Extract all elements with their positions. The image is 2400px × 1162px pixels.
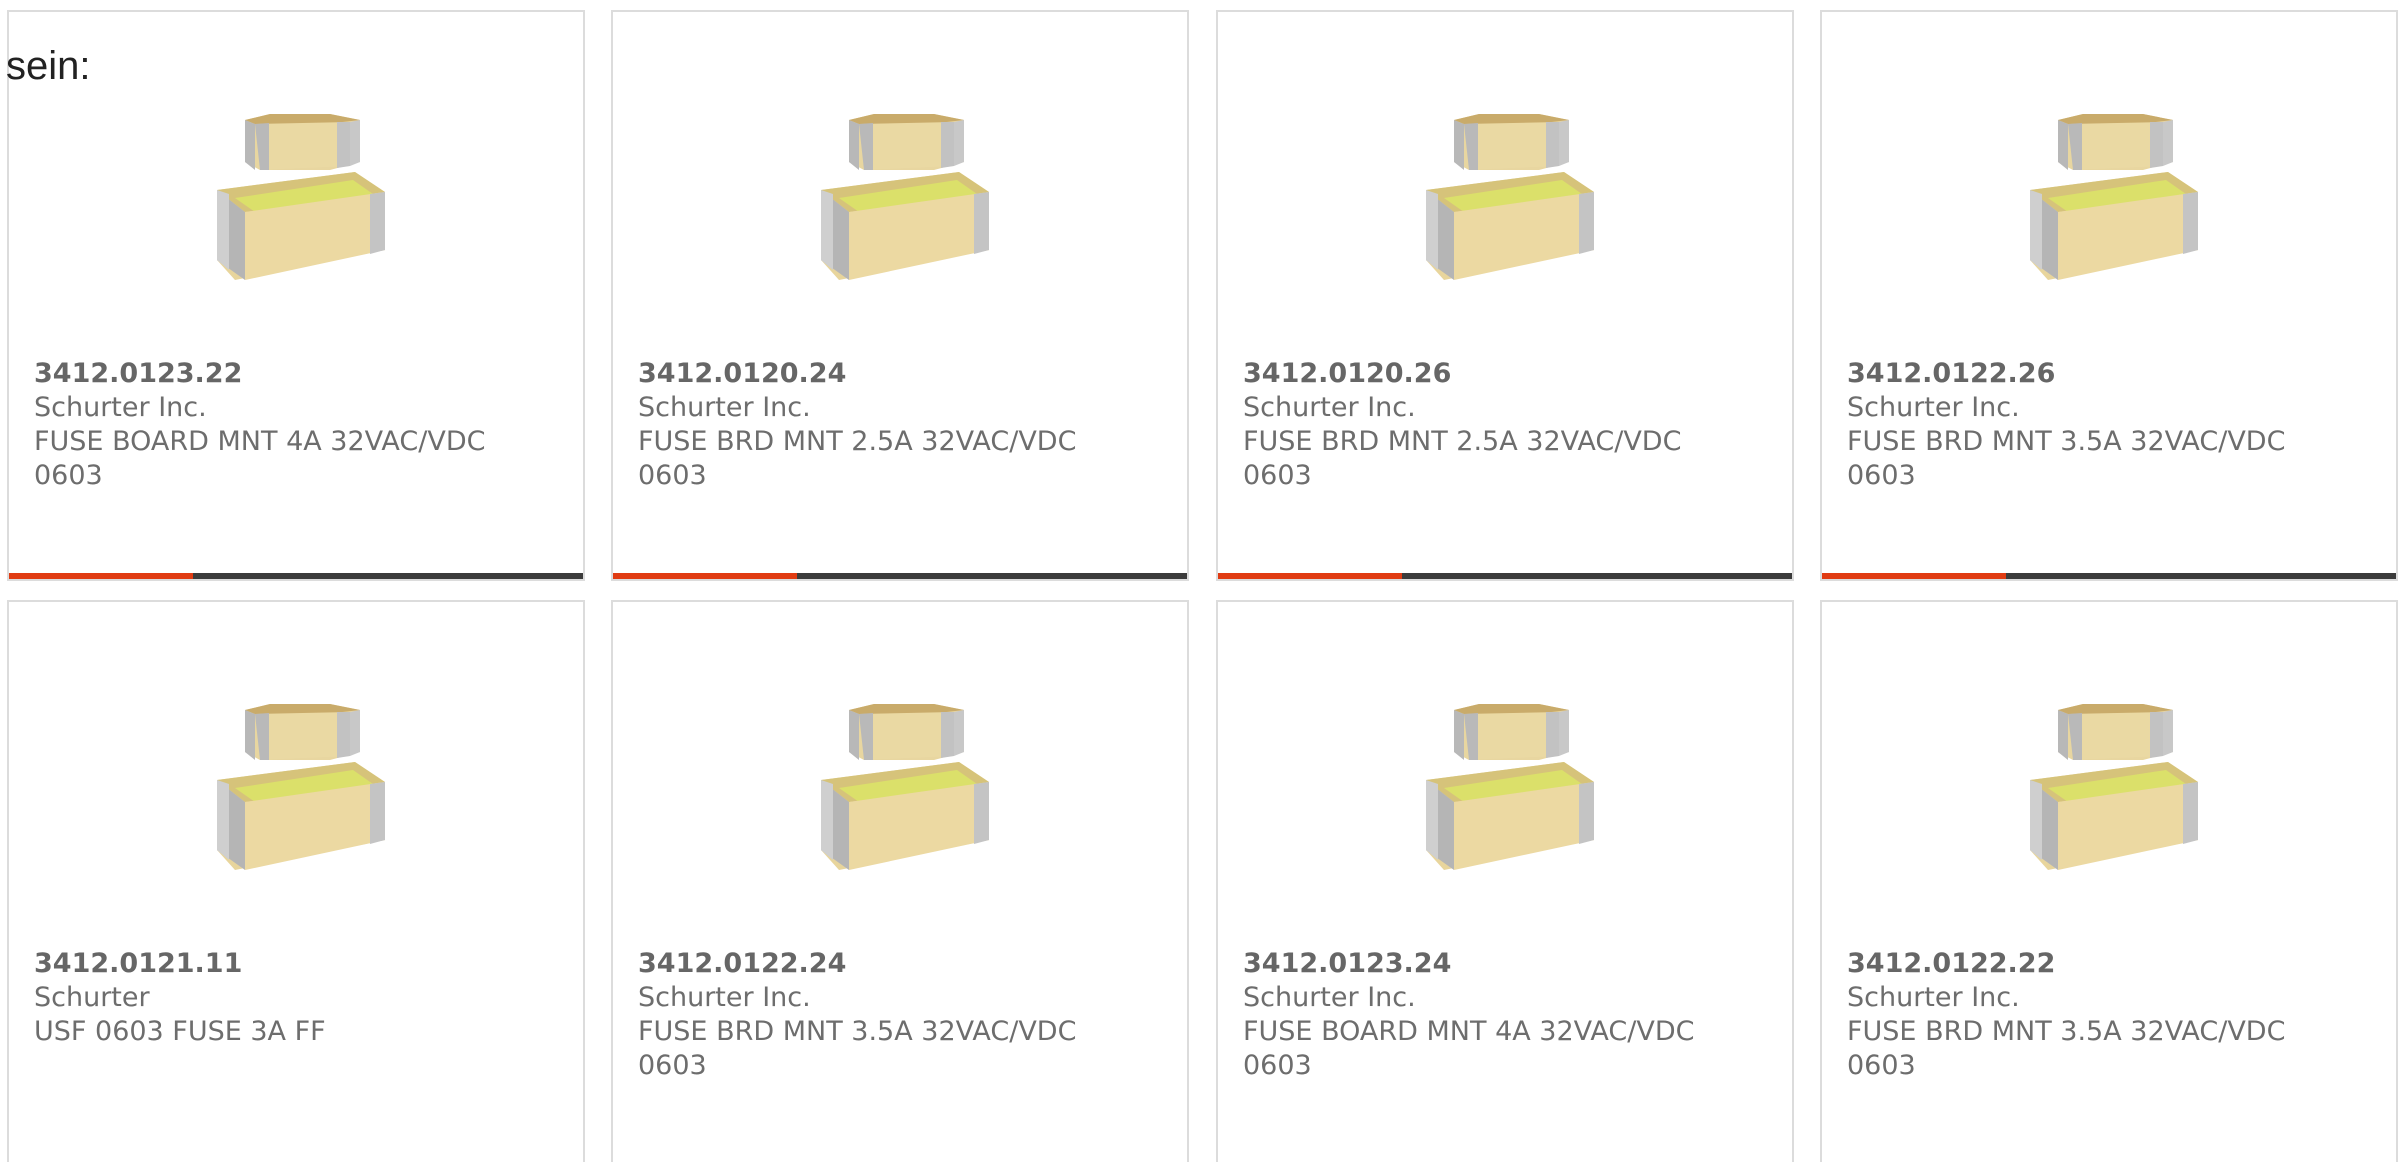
card-accent-bar-fill [613, 573, 797, 579]
product-info: 3412.0120.24 Schurter Inc. FUSE BRD MNT … [638, 357, 1167, 493]
product-card[interactable]: 3412.0122.26 Schurter Inc. FUSE BRD MNT … [1820, 10, 2398, 581]
package: 0603 [638, 1050, 707, 1081]
package: 0603 [1847, 1050, 1916, 1081]
manufacturer: Schurter Inc. [638, 392, 811, 423]
product-image[interactable] [1414, 100, 1594, 290]
smd-fuse-chip-image [217, 114, 385, 280]
description: FUSE BRD MNT 2.5A 32VAC/VDC [638, 426, 1077, 457]
manufacturer: Schurter Inc. [1243, 392, 1416, 423]
product-image[interactable] [205, 100, 385, 290]
product-card[interactable]: 3412.0123.24 Schurter Inc. FUSE BOARD MN… [1216, 600, 1794, 1162]
part-number[interactable]: 3412.0120.26 [1243, 357, 1772, 391]
product-info: 3412.0123.24 Schurter Inc. FUSE BOARD MN… [1243, 947, 1772, 1083]
card-accent-bar-fill [1822, 573, 2006, 579]
product-image[interactable] [809, 690, 989, 880]
smd-fuse-chip-image [2030, 114, 2198, 280]
description: FUSE BRD MNT 2.5A 32VAC/VDC [1243, 426, 1682, 457]
package: 0603 [1243, 1050, 1312, 1081]
card-accent-bar-fill [1218, 573, 1402, 579]
manufacturer: Schurter Inc. [1243, 982, 1416, 1013]
smd-fuse-chip-image [1426, 704, 1594, 870]
card-accent-bar [1218, 573, 1792, 579]
description: FUSE BOARD MNT 4A 32VAC/VDC [34, 426, 486, 457]
description: FUSE BRD MNT 3.5A 32VAC/VDC [1847, 426, 2286, 457]
manufacturer: Schurter [34, 982, 150, 1013]
manufacturer: Schurter Inc. [1847, 392, 2020, 423]
product-image[interactable] [2018, 100, 2198, 290]
part-number[interactable]: 3412.0123.24 [1243, 947, 1772, 981]
part-number[interactable]: 3412.0123.22 [34, 357, 563, 391]
product-card[interactable]: 3412.0123.22 Schurter Inc. FUSE BOARD MN… [7, 10, 585, 581]
part-number[interactable]: 3412.0120.24 [638, 357, 1167, 391]
product-card[interactable]: 3412.0121.11 Schurter USF 0603 FUSE 3A F… [7, 600, 585, 1162]
product-image[interactable] [205, 690, 385, 880]
manufacturer: Schurter Inc. [34, 392, 207, 423]
part-number[interactable]: 3412.0122.26 [1847, 357, 2376, 391]
part-number[interactable]: 3412.0121.11 [34, 947, 563, 981]
card-accent-bar [613, 573, 1187, 579]
card-accent-bar [9, 573, 583, 579]
product-grid-page: sein: 3412.0123.22 Schurter Inc. FUSE BO… [0, 0, 2400, 1162]
product-image[interactable] [809, 100, 989, 290]
smd-fuse-chip-image [2030, 704, 2198, 870]
description: USF 0603 FUSE 3A FF [34, 1016, 326, 1047]
smd-fuse-chip-image [821, 704, 989, 870]
product-card[interactable]: 3412.0122.22 Schurter Inc. FUSE BRD MNT … [1820, 600, 2398, 1162]
product-card[interactable]: 3412.0122.24 Schurter Inc. FUSE BRD MNT … [611, 600, 1189, 1162]
smd-fuse-chip-image [1426, 114, 1594, 280]
product-image[interactable] [2018, 690, 2198, 880]
product-info: 3412.0123.22 Schurter Inc. FUSE BOARD MN… [34, 357, 563, 493]
product-info: 3412.0122.22 Schurter Inc. FUSE BRD MNT … [1847, 947, 2376, 1083]
card-accent-bar-fill [9, 573, 193, 579]
product-card[interactable]: 3412.0120.24 Schurter Inc. FUSE BRD MNT … [611, 10, 1189, 581]
package: 0603 [1847, 460, 1916, 491]
product-info: 3412.0121.11 Schurter USF 0603 FUSE 3A F… [34, 947, 563, 1049]
manufacturer: Schurter Inc. [1847, 982, 2020, 1013]
part-number[interactable]: 3412.0122.24 [638, 947, 1167, 981]
package: 0603 [1243, 460, 1312, 491]
card-accent-bar [1822, 573, 2396, 579]
product-info: 3412.0120.26 Schurter Inc. FUSE BRD MNT … [1243, 357, 1772, 493]
package: 0603 [34, 460, 103, 491]
description: FUSE BOARD MNT 4A 32VAC/VDC [1243, 1016, 1695, 1047]
product-card[interactable]: 3412.0120.26 Schurter Inc. FUSE BRD MNT … [1216, 10, 1794, 581]
description: FUSE BRD MNT 3.5A 32VAC/VDC [638, 1016, 1077, 1047]
smd-fuse-chip-image [821, 114, 989, 280]
part-number[interactable]: 3412.0122.22 [1847, 947, 2376, 981]
product-image[interactable] [1414, 690, 1594, 880]
description: FUSE BRD MNT 3.5A 32VAC/VDC [1847, 1016, 2286, 1047]
package: 0603 [638, 460, 707, 491]
product-info: 3412.0122.24 Schurter Inc. FUSE BRD MNT … [638, 947, 1167, 1083]
intro-text: sein: [6, 44, 91, 88]
manufacturer: Schurter Inc. [638, 982, 811, 1013]
smd-fuse-chip-image [217, 704, 385, 870]
product-info: 3412.0122.26 Schurter Inc. FUSE BRD MNT … [1847, 357, 2376, 493]
